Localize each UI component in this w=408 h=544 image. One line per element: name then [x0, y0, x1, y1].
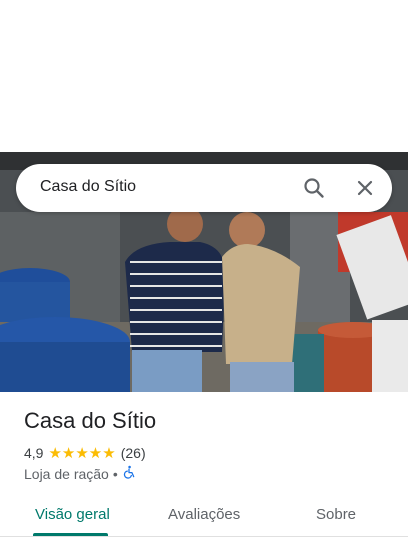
rating-row[interactable]: 4,9 ★★★★★ (26) [24, 444, 146, 462]
close-icon[interactable] [353, 176, 377, 200]
category-label: Loja de ração [24, 465, 109, 482]
search-icon[interactable] [302, 176, 326, 200]
search-input[interactable]: Casa do Sítio [40, 178, 136, 196]
tabs-bar: Visão geral Avaliações Sobre [0, 496, 408, 544]
tab-visao-geral[interactable]: Visão geral [35, 506, 110, 523]
star-icon: ★★★★★ [48, 445, 116, 462]
tabs-divider [0, 536, 408, 537]
separator: • [112, 465, 118, 482]
rating-value: 4,9 [24, 445, 44, 461]
tab-sobre[interactable]: Sobre [316, 506, 356, 523]
place-title: Casa do Sítio [24, 408, 157, 433]
search-bar[interactable]: Casa do Sítio [16, 164, 392, 212]
category-row: Loja de ração • [24, 465, 136, 482]
reviews-count[interactable]: (26) [121, 445, 146, 461]
wheelchair-icon [122, 465, 136, 482]
tab-avaliacoes[interactable]: Avaliações [168, 506, 240, 523]
